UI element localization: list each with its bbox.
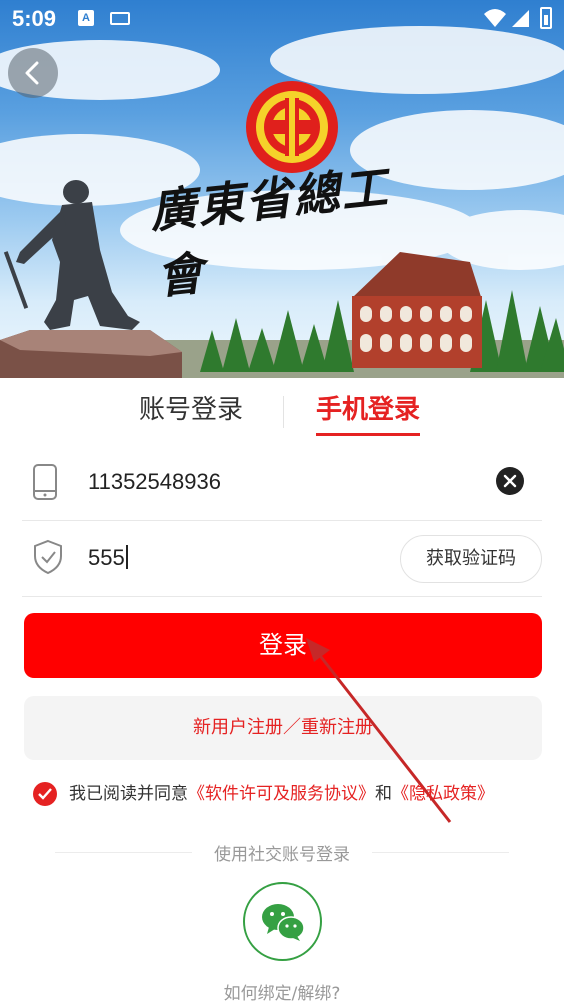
login-button[interactable]: 登录 — [24, 613, 542, 678]
wechat-icon — [262, 904, 305, 941]
tab-phone-login[interactable]: 手机登录 — [316, 392, 421, 436]
wifi-icon — [484, 9, 506, 27]
social-login-title: 使用社交账号登录 — [214, 845, 350, 865]
code-field-row: 555 获取验证码 — [22, 521, 542, 597]
verification-code-input[interactable]: 555 — [88, 545, 128, 571]
back-button[interactable] — [8, 48, 58, 98]
tab-divider — [283, 396, 284, 428]
signal-icon — [512, 10, 529, 27]
verification-code-value: 555 — [88, 545, 125, 570]
wechat-login-button[interactable] — [243, 882, 322, 961]
register-button[interactable]: 新用户注册／重新注册 — [24, 696, 542, 760]
clear-phone-button[interactable] — [496, 467, 524, 495]
agreement-joiner: 和 — [375, 784, 392, 804]
phone-icon — [33, 464, 57, 500]
active-tab-indicator — [316, 433, 421, 436]
tab-phone-login-label: 手机登录 — [316, 395, 421, 425]
keyboard-icon — [110, 12, 130, 25]
close-icon — [503, 474, 517, 488]
text-cursor — [125, 545, 128, 569]
agreement-checkbox[interactable] — [33, 782, 57, 806]
bind-help-link[interactable]: 如何绑定/解绑? — [0, 979, 564, 1004]
tab-account-login[interactable]: 账号登录 — [139, 392, 243, 432]
terms-link[interactable]: 《软件许可及服务协议》 — [188, 784, 375, 804]
status-bar: 5:09 A — [0, 0, 564, 38]
privacy-link[interactable]: 《隐私政策》 — [392, 784, 494, 804]
status-time: 5:09 — [12, 6, 57, 31]
get-verification-code-button[interactable]: 获取验证码 — [400, 535, 542, 583]
agreement-text: 我已阅读并同意《软件许可及服务协议》和《隐私政策》 — [69, 781, 494, 807]
battery-icon — [540, 7, 552, 29]
phone-input[interactable]: 11352548936 — [88, 469, 221, 495]
chevron-left-icon — [25, 61, 39, 85]
login-tabs: 账号登录 手机登录 — [0, 378, 564, 448]
shield-check-icon — [34, 539, 62, 575]
header-banner: 5:09 A 廣東省總工會 — [0, 0, 564, 378]
checkmark-icon — [38, 788, 52, 800]
phone-field-row: 11352548936 — [22, 445, 542, 521]
agreement-prefix: 我已阅读并同意 — [69, 784, 188, 804]
input-method-icon: A — [78, 10, 94, 26]
